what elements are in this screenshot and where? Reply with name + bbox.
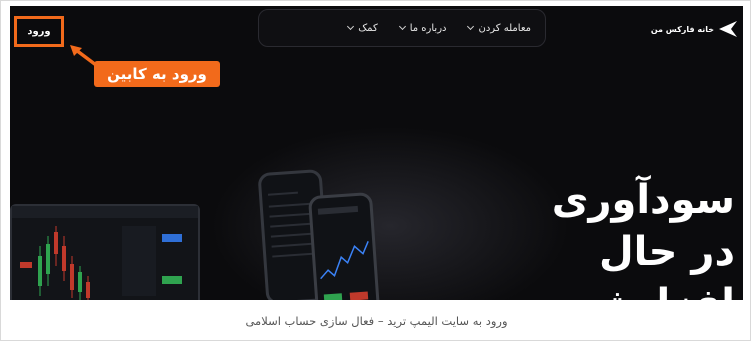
nav-item-help[interactable]: کمک <box>347 22 378 34</box>
callout-text: ورود به کابین <box>107 65 207 83</box>
nav-item-label: معامله کردن <box>478 22 531 34</box>
nav-item-trading[interactable]: معامله کردن <box>467 22 531 34</box>
phone-illustration <box>307 191 381 300</box>
figure-frame: معامله کردن درباره ما کمک خانه فارکس من … <box>0 0 751 341</box>
nav-item-label: درباره ما <box>409 22 447 34</box>
website-screenshot: معامله کردن درباره ما کمک خانه فارکس من … <box>10 6 743 300</box>
nav-item-about[interactable]: درباره ما <box>398 22 447 34</box>
nav-item-label: کمک <box>358 22 378 34</box>
logo-text: خانه فارکس من <box>650 24 714 34</box>
chevron-down-icon <box>398 22 406 31</box>
hero-headline: سودآوری در حال افزایش <box>435 174 735 300</box>
annotation-callout: ورود به کابین <box>94 61 220 87</box>
figure-caption: ورود به سایت الیمپ ترید – فعال سازی حساب… <box>245 314 508 328</box>
chevron-down-icon <box>347 22 355 31</box>
logo-icon <box>719 21 737 37</box>
line-chart-illustration <box>317 205 369 300</box>
chevron-down-icon <box>467 22 475 31</box>
main-nav: معامله کردن درباره ما کمک <box>258 9 546 47</box>
hero-headline-line1: سودآوری <box>551 177 735 223</box>
laptop-illustration <box>10 204 200 300</box>
hero-headline-line2: در حال افزایش <box>585 229 735 300</box>
site-logo[interactable]: خانه فارکس من <box>651 20 739 38</box>
login-button[interactable]: ورود <box>14 16 64 47</box>
login-label: ورود <box>27 26 51 37</box>
candlestick-chart-illustration <box>12 206 198 300</box>
